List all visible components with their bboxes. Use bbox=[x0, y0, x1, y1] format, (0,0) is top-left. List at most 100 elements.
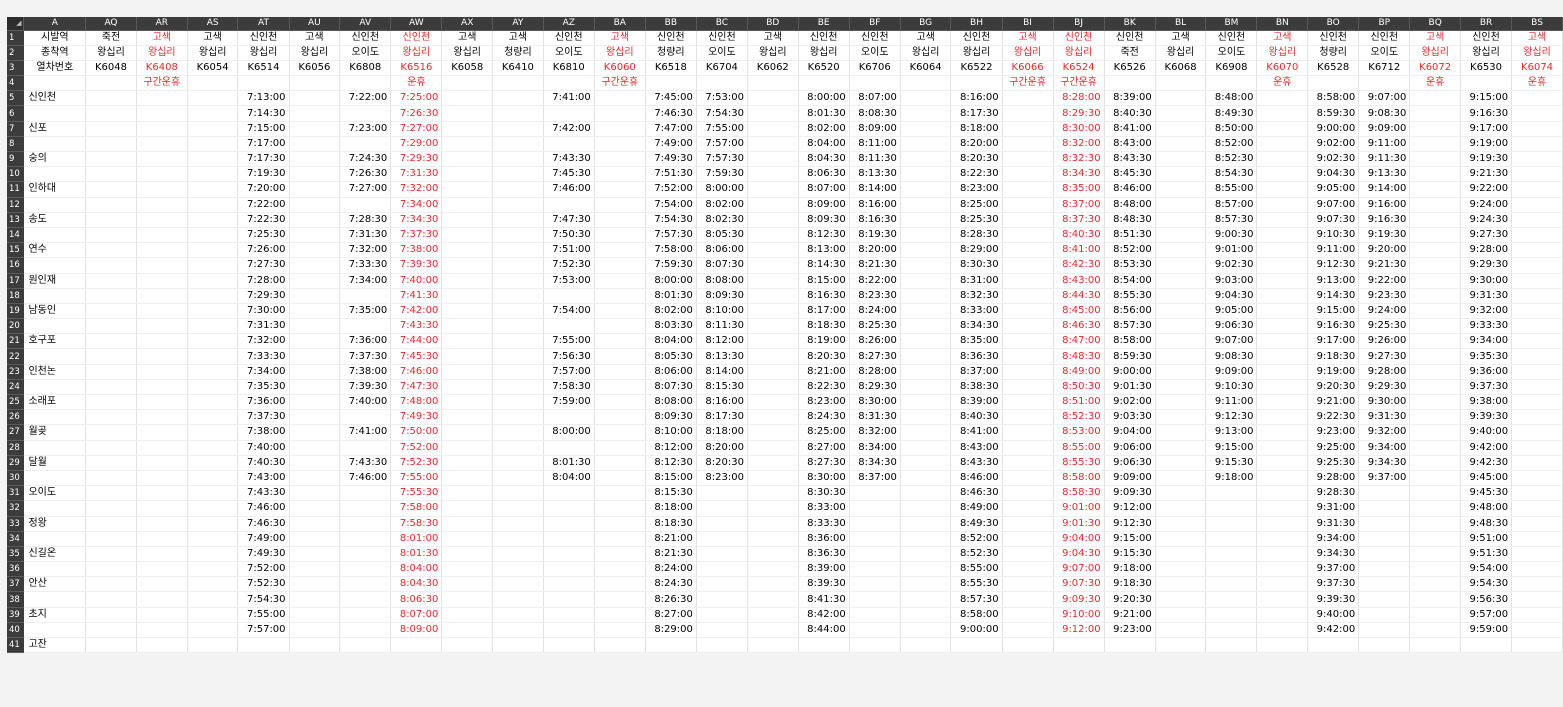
time-cell[interactable]: 8:22:30 bbox=[798, 379, 850, 396]
grid-cell[interactable] bbox=[1002, 546, 1054, 563]
time-cell[interactable]: 7:46:30 bbox=[645, 105, 697, 122]
grid-cell[interactable] bbox=[441, 166, 494, 183]
grid-cell[interactable] bbox=[1256, 166, 1309, 183]
time-cell[interactable]: 9:42:30 bbox=[1460, 455, 1513, 471]
grid-cell[interactable] bbox=[1205, 607, 1258, 623]
grid-cell[interactable] bbox=[1511, 470, 1563, 487]
time-cell[interactable]: 9:25:00 bbox=[1307, 440, 1360, 456]
grid-cell[interactable] bbox=[849, 546, 901, 563]
grid-cell[interactable] bbox=[1002, 364, 1054, 380]
time-cell[interactable]: 8:12:30 bbox=[798, 227, 850, 244]
row-header-7[interactable]: 7 bbox=[7, 121, 25, 137]
grid-cell[interactable] bbox=[289, 257, 341, 274]
grid-cell[interactable] bbox=[289, 440, 341, 456]
time-cell[interactable]: 9:04:30 bbox=[1205, 288, 1258, 304]
origin-cell[interactable]: 신인천 bbox=[645, 30, 697, 46]
grid-cell[interactable] bbox=[187, 212, 239, 228]
grid-cell[interactable] bbox=[594, 576, 646, 593]
time-cell[interactable]: 9:54:30 bbox=[1460, 576, 1513, 593]
grid-cell[interactable] bbox=[492, 394, 544, 411]
grid-cell[interactable] bbox=[441, 197, 494, 213]
time-cell[interactable]: 7:45:30 bbox=[543, 166, 595, 183]
grid-cell[interactable] bbox=[1155, 424, 1207, 441]
time-cell[interactable]: 7:32:00 bbox=[339, 242, 392, 259]
grid-cell[interactable] bbox=[492, 197, 544, 213]
grid-cell[interactable] bbox=[543, 531, 595, 547]
grid-cell[interactable] bbox=[543, 197, 595, 213]
grid-cell[interactable] bbox=[85, 136, 137, 153]
time-cell[interactable]: 8:55:00 bbox=[1053, 440, 1105, 456]
time-cell[interactable]: 9:16:30 bbox=[1307, 318, 1360, 335]
time-cell[interactable]: 7:25:30 bbox=[237, 227, 290, 244]
time-cell[interactable]: 9:27:30 bbox=[1460, 227, 1513, 244]
grid-cell[interactable] bbox=[492, 303, 544, 320]
grid-cell[interactable] bbox=[900, 273, 952, 289]
grid-cell[interactable] bbox=[1002, 136, 1054, 153]
grid-cell[interactable] bbox=[1002, 379, 1054, 396]
time-cell[interactable]: 9:38:00 bbox=[1460, 394, 1513, 411]
row-header-31[interactable]: 31 bbox=[7, 485, 25, 502]
grid-cell[interactable] bbox=[1358, 591, 1411, 608]
row-header-35[interactable]: 35 bbox=[7, 546, 25, 563]
time-cell[interactable]: 8:29:30 bbox=[849, 379, 901, 396]
time-cell[interactable]: 8:55:00 bbox=[1205, 181, 1258, 198]
time-cell[interactable]: 7:58:30 bbox=[390, 516, 443, 532]
grid-cell[interactable] bbox=[543, 440, 595, 456]
grid-cell[interactable] bbox=[187, 303, 239, 320]
grid-cell[interactable] bbox=[136, 637, 188, 654]
station-name-cell[interactable]: 신인천 bbox=[23, 90, 87, 107]
time-cell[interactable]: 8:09:30 bbox=[798, 212, 850, 228]
grid-cell[interactable] bbox=[136, 136, 188, 153]
time-cell[interactable]: 8:39:30 bbox=[798, 576, 850, 593]
time-cell[interactable]: 8:46:00 bbox=[1104, 181, 1156, 198]
grid-cell[interactable] bbox=[136, 181, 188, 198]
grid-cell[interactable] bbox=[900, 212, 952, 228]
time-cell[interactable]: 7:38:00 bbox=[339, 364, 392, 380]
time-cell[interactable]: 9:27:30 bbox=[1358, 348, 1411, 365]
time-cell[interactable]: 8:07:00 bbox=[849, 90, 901, 107]
grid-cell[interactable] bbox=[1409, 318, 1461, 335]
time-cell[interactable]: 9:45:00 bbox=[1460, 470, 1513, 487]
grid-cell[interactable] bbox=[900, 333, 952, 350]
grid-cell[interactable] bbox=[1205, 500, 1258, 517]
origin-cell[interactable]: 고색 bbox=[441, 30, 494, 46]
grid-cell[interactable] bbox=[696, 485, 748, 502]
grid-cell[interactable] bbox=[339, 197, 392, 213]
time-cell[interactable]: 8:01:30 bbox=[798, 105, 850, 122]
grid-cell[interactable] bbox=[492, 121, 544, 137]
time-cell[interactable]: 7:49:00 bbox=[645, 136, 697, 153]
time-cell[interactable]: 8:26:30 bbox=[645, 591, 697, 608]
grid-cell[interactable] bbox=[1155, 576, 1207, 593]
time-cell[interactable]: 7:57:00 bbox=[543, 364, 595, 380]
grid-cell[interactable] bbox=[696, 576, 748, 593]
grid-cell[interactable] bbox=[85, 637, 137, 654]
row-header-22[interactable]: 22 bbox=[7, 348, 25, 365]
row-header-27[interactable]: 27 bbox=[7, 424, 25, 441]
time-cell[interactable]: 7:49:30 bbox=[237, 546, 290, 563]
grid-cell[interactable] bbox=[390, 637, 443, 654]
grid-cell[interactable] bbox=[187, 136, 239, 153]
grid-cell[interactable] bbox=[1409, 288, 1461, 304]
grid-cell[interactable] bbox=[187, 485, 239, 502]
time-cell[interactable]: 7:29:30 bbox=[237, 288, 290, 304]
time-cell[interactable]: 9:12:30 bbox=[1307, 257, 1360, 274]
grid-cell[interactable] bbox=[900, 303, 952, 320]
time-cell[interactable]: 8:48:00 bbox=[1104, 197, 1156, 213]
time-cell[interactable]: 7:35:00 bbox=[339, 303, 392, 320]
time-cell[interactable]: 9:06:00 bbox=[1104, 440, 1156, 456]
grid-cell[interactable] bbox=[85, 197, 137, 213]
time-cell[interactable]: 7:26:30 bbox=[390, 105, 443, 122]
grid-cell[interactable] bbox=[594, 622, 646, 639]
station-name-cell[interactable]: 인천논 bbox=[23, 364, 87, 380]
station-name-cell[interactable] bbox=[23, 75, 87, 92]
grid-cell[interactable] bbox=[289, 288, 341, 304]
grid-cell[interactable] bbox=[1002, 531, 1054, 547]
station-name-cell[interactable]: 소래포 bbox=[23, 394, 87, 411]
time-cell[interactable]: 8:42:00 bbox=[798, 607, 850, 623]
grid-cell[interactable] bbox=[543, 516, 595, 532]
time-cell[interactable]: 7:23:00 bbox=[339, 121, 392, 137]
time-cell[interactable]: 9:22:00 bbox=[1460, 181, 1513, 198]
grid-cell[interactable] bbox=[289, 622, 341, 639]
grid-cell[interactable] bbox=[594, 181, 646, 198]
grid-cell[interactable] bbox=[1256, 516, 1309, 532]
